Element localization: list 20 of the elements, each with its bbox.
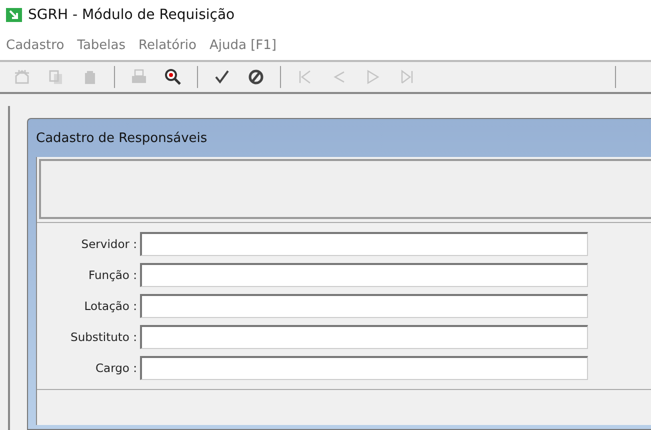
input-field[interactable] [140, 325, 588, 349]
field-label: Lotação : [83, 299, 137, 313]
magnifier-icon[interactable] [164, 68, 182, 86]
menu-item[interactable]: Ajuda [F1] [210, 38, 277, 52]
field-label: Substituto : [70, 330, 137, 344]
menu-item[interactable]: Tabelas [77, 38, 126, 52]
field-label: Cargo : [94, 361, 137, 375]
input-field[interactable] [140, 356, 588, 380]
checkmark-icon[interactable] [213, 68, 231, 86]
app-icon [6, 8, 22, 22]
menu-item[interactable]: Relatório [138, 38, 197, 52]
cancel-icon[interactable] [247, 68, 265, 86]
field-label: Servidor : [80, 237, 137, 251]
window-title: SGRH - Módulo de Requisição [28, 7, 235, 23]
field-label: Função : [88, 268, 137, 282]
child-window-title: Cadastro de Responsáveis [36, 130, 208, 146]
input-field[interactable] [140, 294, 588, 318]
input-field[interactable] [140, 232, 588, 256]
input-field[interactable] [140, 263, 588, 287]
menu-item[interactable]: Cadastro [6, 38, 64, 52]
